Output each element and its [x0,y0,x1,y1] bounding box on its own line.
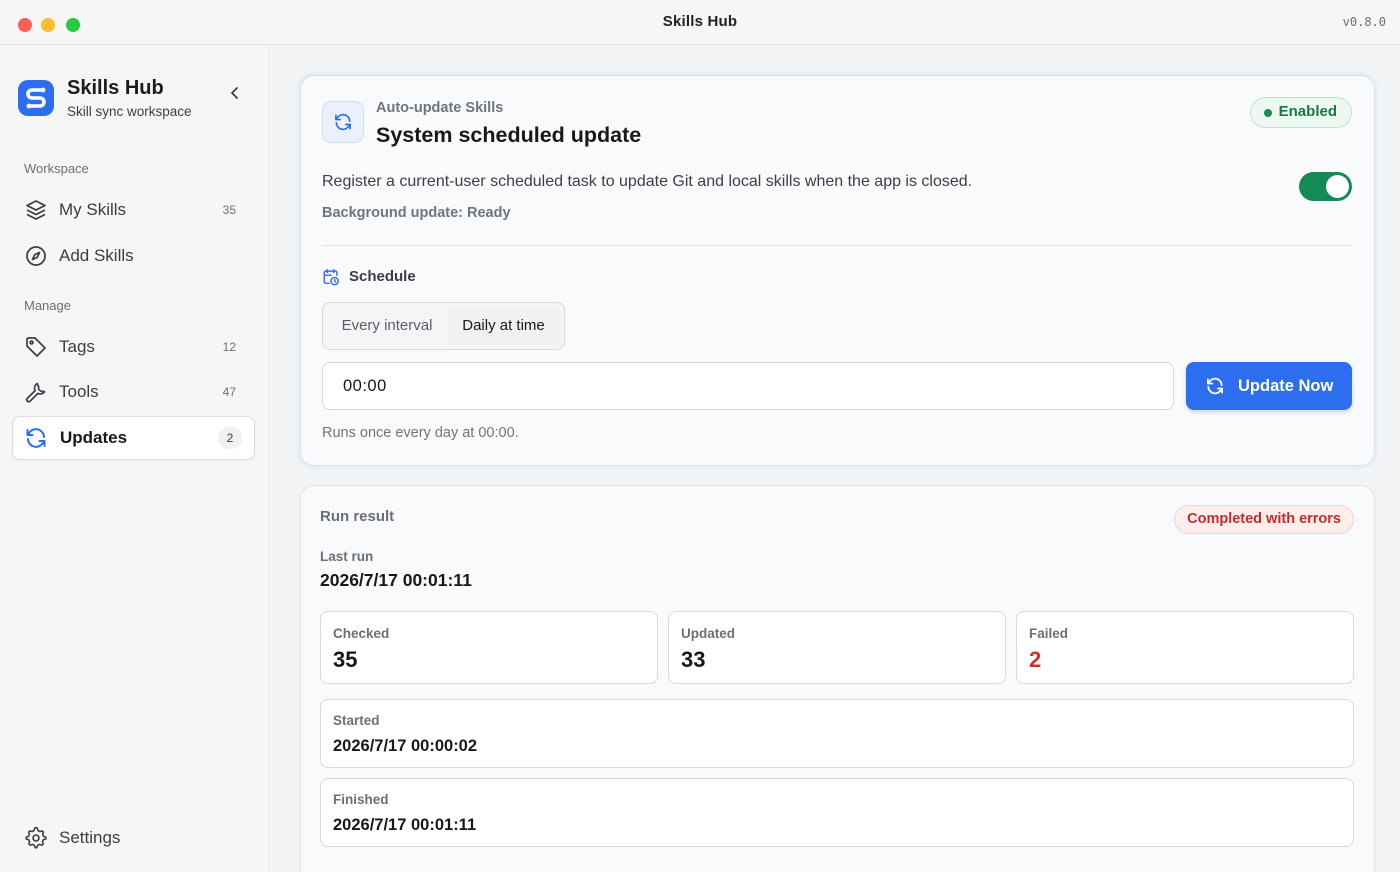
time-input[interactable]: 00:00 [322,362,1174,410]
last-run-value: 2026/7/17 00:01:11 [320,570,472,590]
stat-updated: Updated 33 [668,611,1006,684]
refresh-icon [26,428,46,448]
schedule-label: Schedule [349,268,416,285]
finished-label: Finished [333,792,389,807]
toggle-knob [1326,175,1349,198]
sidebar: Skills Hub Skill sync workspace Workspac… [0,45,270,872]
auto-update-description: Register a current-user scheduled task t… [322,173,973,190]
auto-update-card: Auto-update Skills System scheduled upda… [300,75,1375,466]
background-update-status: Background update: Ready [322,205,511,221]
sidebar-item-add-skills[interactable]: Add Skills [12,234,255,278]
title-bar: Skills Hub v0.8.0 [0,0,1400,45]
stat-value: 35 [333,647,358,672]
started-row: Started 2026/7/17 00:00:02 [320,699,1354,768]
tag-icon [26,337,46,357]
sidebar-item-label: Add Skills [59,246,134,265]
refresh-icon [1207,377,1223,395]
brand-name: Skills Hub [67,77,164,99]
sidebar-item-label: Updates [60,428,128,447]
count-badge: 2 [218,427,242,449]
divider [322,245,1352,246]
brand: Skills Hub Skill sync workspace [18,77,258,127]
sidebar-item-label: My Skills [59,200,127,219]
auto-update-toggle[interactable] [1299,172,1352,201]
mode-daily-at-time[interactable]: Daily at time [447,307,560,345]
stat-value: 2 [1029,647,1042,672]
sidebar-item-label: Tags [59,337,95,356]
stat-failed: Failed 2 [1016,611,1354,684]
card-title: System scheduled update [376,123,642,147]
card-eyebrow: Auto-update Skills [376,100,504,116]
stat-label: Updated [681,626,735,641]
count-badge: 47 [222,385,236,399]
schedule-mode-selector: Every interval Daily at time [322,302,565,350]
finished-row: Finished 2026/7/17 00:01:11 [320,778,1354,847]
mode-every-interval[interactable]: Every interval [327,307,447,345]
run-status-badge: Completed with errors [1174,505,1354,534]
update-now-label: Update Now [1238,377,1334,395]
section-label-manage: Manage [24,298,71,313]
chevron-left-icon [231,87,238,99]
stat-checked: Checked 35 [320,611,658,684]
wrench-icon [25,382,46,403]
layers-icon [26,200,46,220]
main-content: Auto-update Skills System scheduled upda… [271,45,1400,872]
count-badge: 35 [222,203,236,217]
status-dot-icon [1263,109,1272,117]
brand-subtitle: Skill sync workspace [67,104,192,119]
calendar-clock-icon [323,269,339,286]
sidebar-item-tags[interactable]: Tags 12 [12,325,255,369]
window-title: Skills Hub [662,13,738,30]
sidebar-item-my-skills[interactable]: My Skills 35 [12,188,255,232]
stat-label: Failed [1029,626,1069,641]
sidebar-item-settings[interactable]: Settings [12,816,255,860]
collapse-sidebar-button[interactable] [224,82,246,104]
gear-icon [25,826,47,849]
finished-value: 2026/7/17 00:01:11 [333,816,477,834]
count-badge: 12 [222,340,236,354]
stat-value: 33 [681,647,706,672]
started-value: 2026/7/17 00:00:02 [333,737,478,755]
sidebar-item-label: Tools [59,382,99,401]
sidebar-item-label: Settings [59,828,121,847]
compass-icon [26,246,46,266]
sidebar-item-tools[interactable]: Tools 47 [12,370,255,414]
last-run-label: Last run [320,549,374,564]
stat-label: Checked [333,626,390,641]
version-label: v0.8.0 [1342,15,1386,29]
run-result-title: Run result [320,508,395,525]
enabled-status-badge: Enabled [1249,97,1352,128]
started-label: Started [333,713,380,728]
sync-icon-badge [322,101,364,143]
section-label-workspace: Workspace [24,161,89,176]
update-now-button[interactable]: Update Now [1186,362,1352,410]
schedule-note: Runs once every day at 00:00. [322,425,519,441]
sidebar-item-updates[interactable]: Updates 2 [12,416,255,460]
refresh-icon [335,113,351,131]
status-label: Enabled [1278,103,1337,120]
skills-hub-logo-icon [18,80,54,116]
run-result-card: Run result Completed with errors Last ru… [300,485,1375,872]
